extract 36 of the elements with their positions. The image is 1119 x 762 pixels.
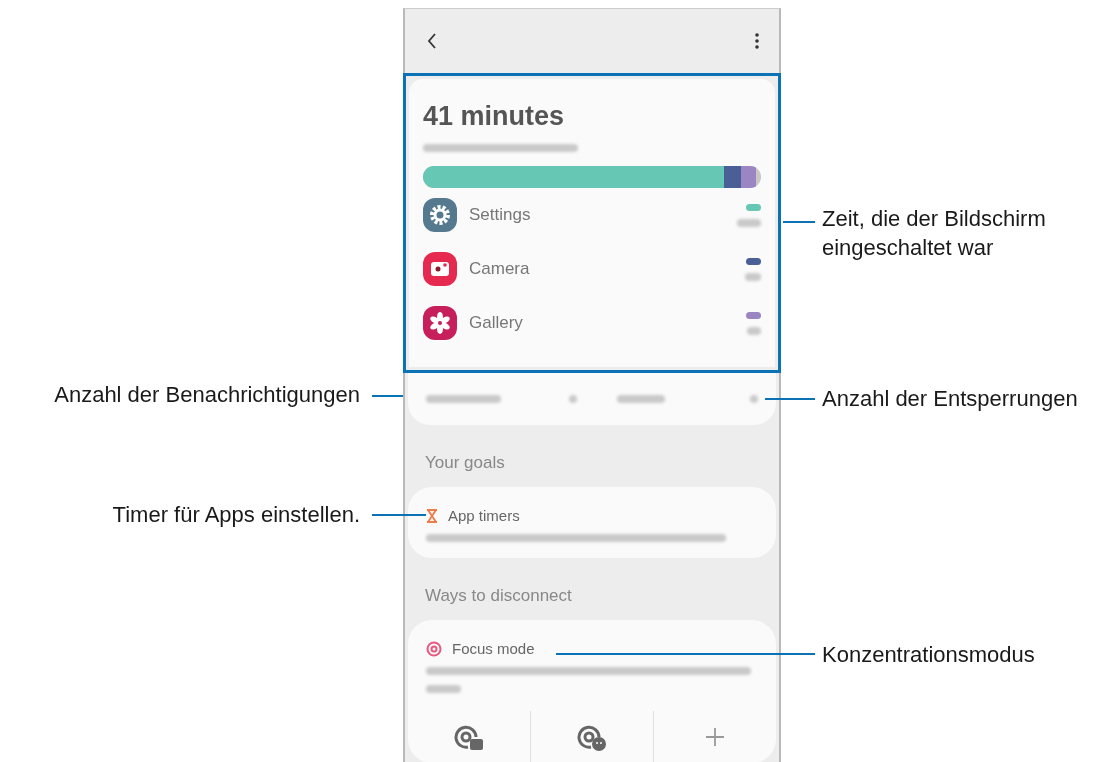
- add-icon[interactable]: [705, 727, 725, 747]
- leader-line: [372, 514, 426, 516]
- blurred-text: [747, 326, 761, 335]
- blurred-text: [750, 395, 758, 403]
- callout-label: Timer für Apps einstellen.: [112, 501, 360, 529]
- more-options-icon[interactable]: [755, 33, 759, 49]
- blurred-text: [617, 395, 665, 403]
- app-name: Settings: [469, 205, 532, 225]
- flower-icon: [423, 306, 457, 340]
- callout-label: Anzahl der Entsperrungen: [822, 385, 1079, 413]
- card-title: App timers: [448, 507, 520, 524]
- app-timers-card[interactable]: App timers: [408, 487, 776, 558]
- hourglass-icon: [426, 508, 438, 523]
- app-name: Camera: [469, 259, 531, 279]
- section-heading: Ways to disconnect: [424, 585, 573, 607]
- focus-face-icon[interactable]: [577, 723, 607, 751]
- target-icon: [426, 640, 442, 657]
- camera-icon: [423, 252, 457, 286]
- gear-icon: [423, 198, 457, 232]
- focus-work-icon[interactable]: [454, 723, 484, 751]
- leader-line: [372, 395, 403, 397]
- leader-line: [783, 221, 815, 223]
- blurred-text: [737, 218, 761, 227]
- section-heading: Your goals: [424, 452, 506, 474]
- blurred-text: [745, 272, 761, 281]
- blurred-text: [569, 395, 577, 403]
- leader-line: [765, 398, 815, 400]
- callout-label: Konzentrationsmodus: [822, 641, 1036, 669]
- app-name: Gallery: [469, 313, 524, 333]
- back-icon[interactable]: [427, 33, 437, 49]
- blurred-text: [426, 685, 461, 693]
- screen-time-total: 41 minutes: [423, 101, 565, 132]
- callout-label: Zeit, die der Bildschirm eingeschaltet war: [822, 205, 1047, 262]
- callout-label: Anzahl der Benachrichtigungen: [54, 381, 360, 409]
- focus-mode-card[interactable]: Focus mode: [408, 620, 776, 762]
- card-title: Focus mode: [452, 640, 535, 657]
